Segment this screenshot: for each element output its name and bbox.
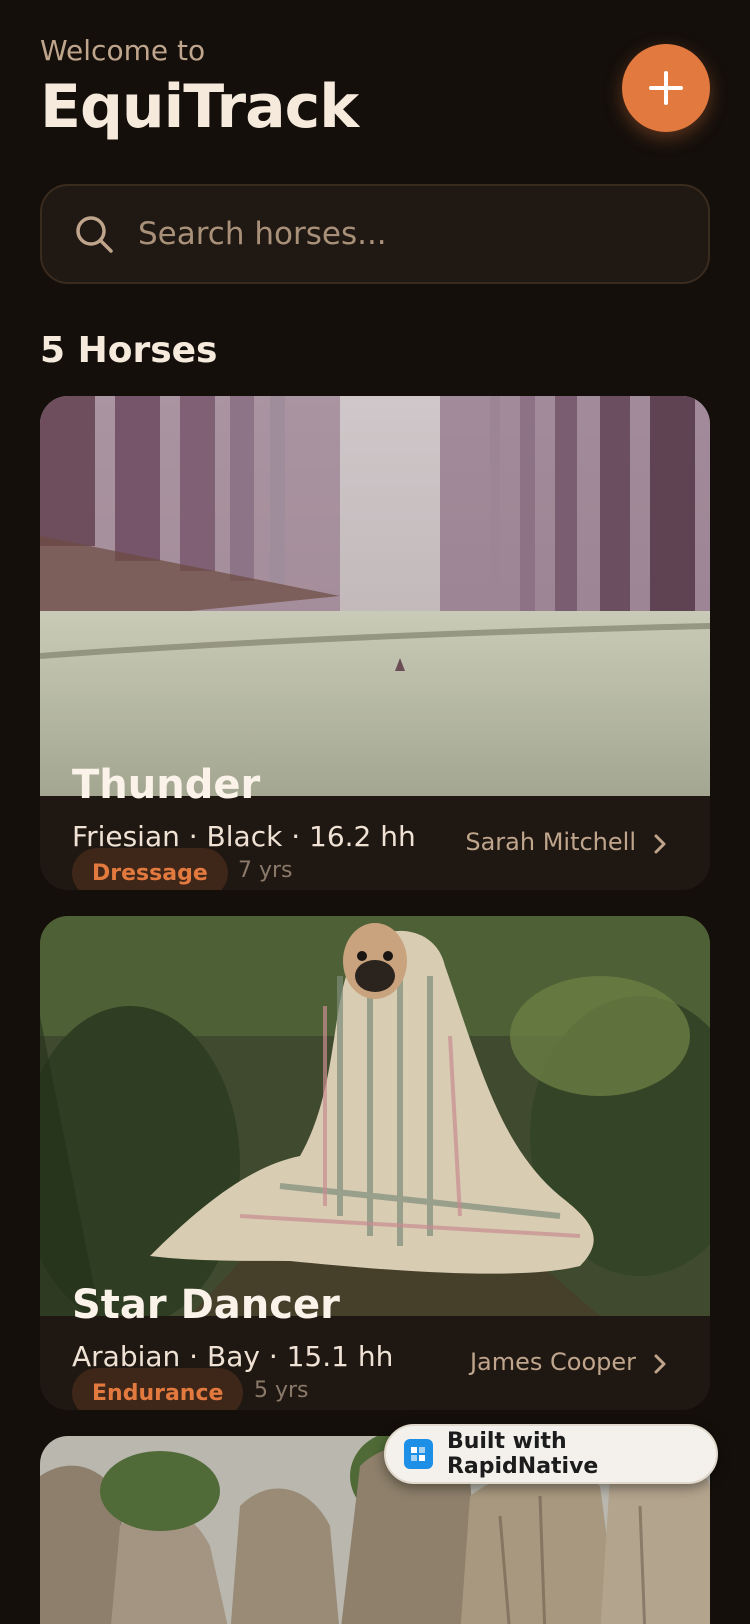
chevron-right-icon	[654, 1354, 666, 1374]
horse-photo	[40, 916, 710, 1316]
discipline-tag: Dressage	[72, 848, 228, 890]
horse-name: Thunder	[72, 762, 261, 808]
owner-name: Sarah Mitchell	[465, 828, 636, 856]
app-title: EquiTrack	[40, 72, 359, 142]
rapidnative-logo-icon	[404, 1439, 433, 1469]
horse-name: Star Dancer	[72, 1282, 340, 1328]
horse-list-screen: Welcome to EquiTrack 5 Horses	[0, 0, 750, 1624]
welcome-text: Welcome to	[40, 34, 206, 67]
badge-label: Built with RapidNative	[446, 1429, 599, 1479]
discipline-tag: Endurance	[72, 1368, 244, 1410]
owner-name: James Cooper	[469, 1348, 636, 1376]
search-input[interactable]	[138, 216, 708, 252]
horse-card[interactable]: Dressage 7 yrs Thunder Friesian · Black …	[40, 396, 710, 890]
chevron-right-icon	[654, 834, 666, 854]
horse-breed-line: Arabian · Bay · 15.1 hh	[72, 1340, 394, 1373]
age-text: 7 yrs	[238, 858, 293, 883]
horse-card[interactable]: Endurance 5 yrs Star Dancer Arabian · Ba…	[40, 916, 710, 1410]
add-horse-button[interactable]	[622, 44, 710, 132]
search-icon	[76, 216, 113, 253]
search-bar[interactable]	[40, 184, 710, 284]
horse-count: 5 Horses	[40, 330, 218, 371]
horse-photo	[40, 396, 710, 796]
age-text: 5 yrs	[254, 1378, 309, 1403]
built-with-badge[interactable]: Built with RapidNative	[384, 1424, 718, 1484]
horse-breed-line: Friesian · Black · 16.2 hh	[72, 820, 416, 853]
plus-icon	[649, 71, 683, 105]
